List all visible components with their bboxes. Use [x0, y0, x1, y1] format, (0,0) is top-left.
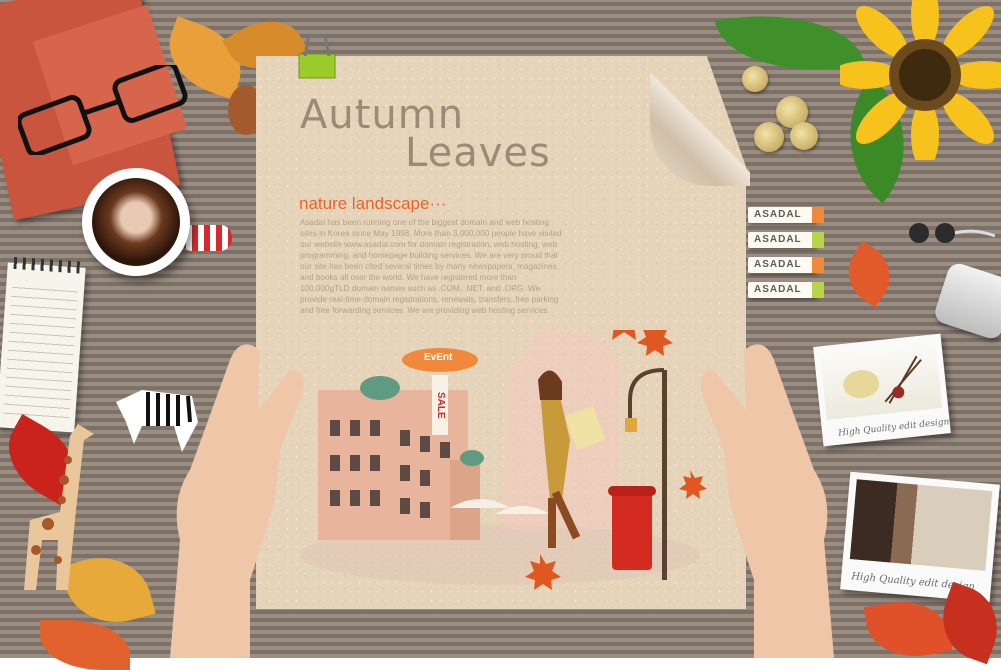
blimp-label: EvEnt	[424, 352, 453, 363]
coin-icon	[754, 122, 784, 152]
subtitle: nature landscape···	[299, 194, 447, 213]
sale-banner-label: SALE	[435, 392, 446, 419]
asadal-tag: ASADAL	[748, 207, 824, 223]
tag-label: ASADAL	[754, 234, 802, 245]
tag-label: ASADAL	[754, 284, 802, 295]
asadal-tag: ASADAL	[748, 232, 824, 248]
city-illustration	[300, 330, 707, 590]
paper-clip-icon	[298, 34, 336, 79]
asadal-tag: ASADAL	[748, 257, 824, 273]
coffee-cup-icon	[82, 168, 190, 276]
body-text: Asadal has been running one of the bigge…	[300, 218, 562, 315]
tag-label: ASADAL	[754, 209, 802, 220]
notebook-lines	[2, 280, 79, 427]
title-line-2: Leaves	[405, 130, 551, 176]
glasses-icon	[18, 65, 188, 155]
tag-color-end	[812, 282, 824, 298]
earphones-icon	[909, 223, 995, 243]
tag-color-end	[812, 232, 824, 248]
photo-2-image	[849, 479, 993, 571]
photo-card-1: High Quality edit design	[813, 333, 951, 447]
tag-color-end	[812, 207, 824, 223]
tag-label: ASADAL	[754, 259, 802, 270]
sunflower-icon	[840, 0, 1001, 160]
left-hand	[170, 344, 304, 658]
coffee-heart	[92, 178, 180, 266]
photo-card-2: High Quality edit design	[840, 471, 1000, 603]
giraffe-toy-icon	[24, 424, 94, 590]
coin-icon	[790, 122, 818, 150]
notebook-icon	[0, 256, 86, 433]
tag-color-end	[812, 257, 824, 273]
coin-icon	[742, 66, 768, 92]
photo-1-image	[819, 340, 943, 420]
paper-curl	[650, 56, 750, 186]
asadal-tag: ASADAL	[748, 282, 824, 298]
